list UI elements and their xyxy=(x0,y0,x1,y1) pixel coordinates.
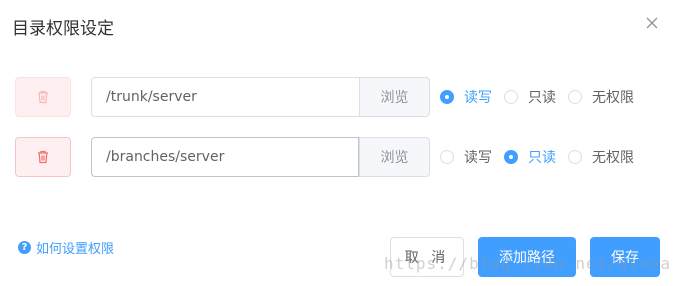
path-input-group: 浏览 xyxy=(91,137,430,177)
radio-label: 只读 xyxy=(528,90,556,106)
radio-label: 读写 xyxy=(464,90,492,106)
delete-row-button[interactable] xyxy=(15,77,71,117)
radio-dot xyxy=(568,90,582,104)
help-link[interactable]: ? 如何设置权限 xyxy=(18,238,114,257)
radio-dot xyxy=(440,150,454,164)
add-path-button[interactable]: 添加路径 xyxy=(478,237,576,277)
browse-button[interactable]: 浏览 xyxy=(359,77,430,117)
permission-row: 浏览 读写 只读 无权限 xyxy=(0,137,673,177)
question-circle-icon: ? xyxy=(18,241,31,254)
radio-label: 读写 xyxy=(464,150,492,166)
permission-dialog: 目录权限设定 浏览 读写 只读 无权限 xyxy=(0,0,673,286)
radio-dot xyxy=(504,150,518,164)
radio-read-only[interactable]: 只读 xyxy=(504,137,556,177)
radio-no-permission[interactable]: 无权限 xyxy=(568,77,634,117)
path-input-group: 浏览 xyxy=(91,77,430,117)
radio-label: 只读 xyxy=(528,150,556,166)
permission-row: 浏览 读写 只读 无权限 xyxy=(0,77,673,117)
radio-label: 无权限 xyxy=(592,150,634,166)
radio-read-write[interactable]: 读写 xyxy=(440,137,492,177)
trash-icon xyxy=(38,150,48,164)
radio-read-write[interactable]: 读写 xyxy=(440,77,492,117)
dialog-title: 目录权限设定 xyxy=(12,19,114,39)
radio-dot xyxy=(440,90,454,104)
cancel-button[interactable]: 取 消 xyxy=(390,237,464,277)
radio-dot xyxy=(504,90,518,104)
path-input[interactable] xyxy=(91,137,359,177)
trash-icon xyxy=(38,90,48,104)
radio-label: 无权限 xyxy=(592,90,634,106)
help-link-label: 如何设置权限 xyxy=(36,242,115,257)
radio-no-permission[interactable]: 无权限 xyxy=(568,137,634,177)
close-icon[interactable] xyxy=(644,15,660,31)
browse-button[interactable]: 浏览 xyxy=(359,137,430,177)
radio-dot xyxy=(568,150,582,164)
save-button[interactable]: 保存 xyxy=(590,237,660,277)
path-input[interactable] xyxy=(91,77,359,117)
radio-read-only[interactable]: 只读 xyxy=(504,77,556,117)
delete-row-button[interactable] xyxy=(15,137,71,177)
